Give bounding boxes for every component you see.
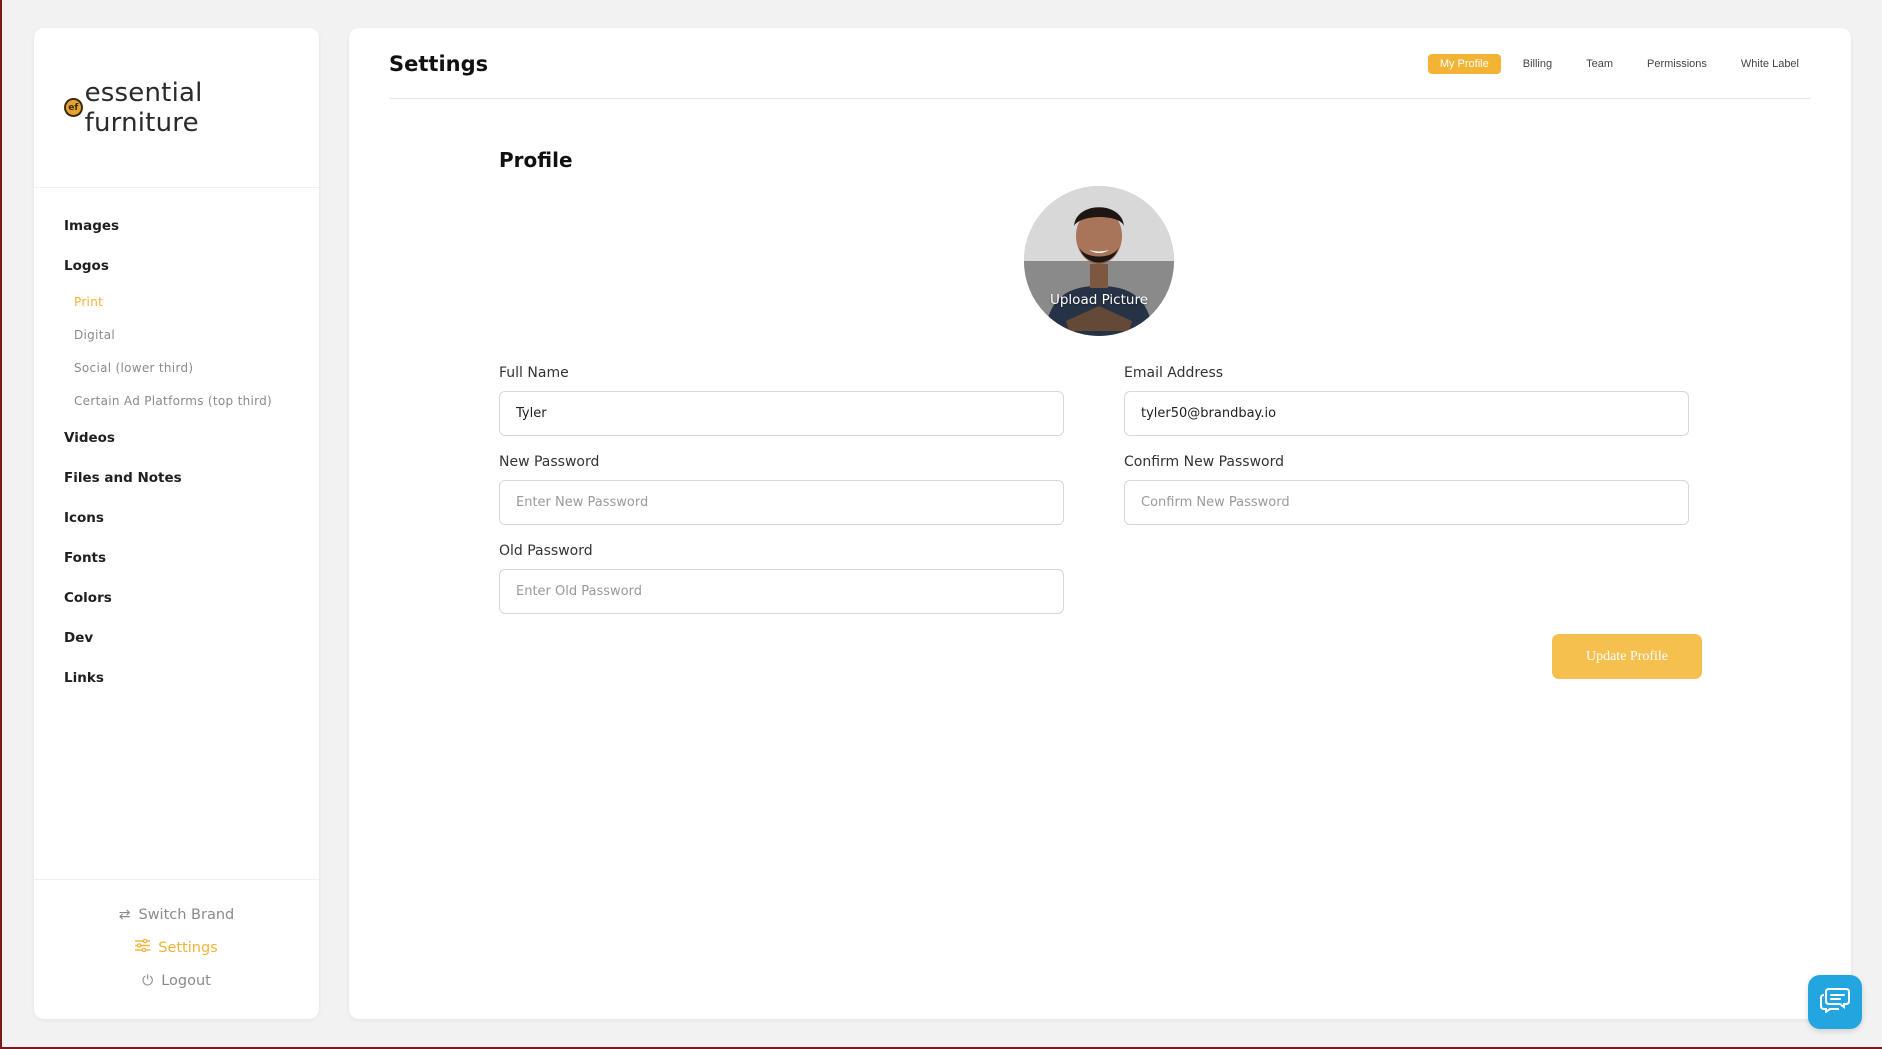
brand-logo[interactable]: ef essential furniture (34, 28, 319, 188)
full-name-field-group: Full Name (499, 365, 1064, 436)
switch-brand-button[interactable]: ⇄ Switch Brand (34, 898, 319, 931)
power-icon: ⏻ (142, 972, 154, 989)
confirm-password-input[interactable] (1124, 480, 1689, 525)
tab-team[interactable]: Team (1574, 54, 1625, 74)
email-field-group: Email Address (1124, 365, 1689, 436)
sidebar-item-fonts[interactable]: Fonts (34, 538, 319, 578)
full-name-input[interactable] (499, 391, 1064, 436)
sidebar-item-dev[interactable]: Dev (34, 618, 319, 658)
sliders-icon (135, 938, 151, 956)
old-password-label: Old Password (499, 543, 593, 559)
brand-logo-icon: ef (64, 98, 83, 117)
update-profile-button[interactable]: Update Profile (1552, 634, 1702, 679)
upload-picture-label: Upload Picture (1049, 292, 1149, 308)
email-label: Email Address (1124, 365, 1224, 381)
full-name-label: Full Name (499, 365, 569, 381)
chat-icon (1820, 987, 1850, 1018)
sidebar-item-links[interactable]: Links (34, 658, 319, 698)
tab-my-profile[interactable]: My Profile (1427, 54, 1501, 74)
page-title: Settings (389, 52, 489, 76)
settings-tabs: My Profile Billing Team Permissions Whit… (1418, 54, 1811, 74)
sidebar-item-colors[interactable]: Colors (34, 578, 319, 618)
confirm-password-field-group: Confirm New Password (1124, 454, 1689, 525)
old-password-field-group: Old Password (499, 543, 1064, 614)
sidebar-item-files-notes[interactable]: Files and Notes (34, 458, 319, 498)
chat-widget-button[interactable] (1808, 975, 1862, 1029)
confirm-password-label: Confirm New Password (1124, 454, 1285, 470)
new-password-input[interactable] (499, 480, 1064, 525)
avatar-image (1024, 186, 1174, 336)
switch-brand-label: Switch Brand (138, 906, 235, 923)
sidebar-subitem-digital[interactable]: Digital (34, 319, 319, 352)
profile-section-title: Profile (499, 148, 573, 172)
sidebar-subitem-ad-platforms[interactable]: Certain Ad Platforms (top third) (34, 385, 319, 418)
old-password-input[interactable] (499, 569, 1064, 614)
sidebar-item-icons[interactable]: Icons (34, 498, 319, 538)
sidebar-item-videos[interactable]: Videos (34, 418, 319, 458)
sidebar-nav: Images Logos Print Digital Social (lower… (34, 188, 319, 698)
brand-name: essential furniture (84, 77, 203, 138)
new-password-field-group: New Password (499, 454, 1064, 525)
settings-panel: Settings My Profile Billing Team Permiss… (349, 28, 1851, 1019)
sidebar-subitem-print[interactable]: Print (34, 286, 319, 319)
settings-header: Settings My Profile Billing Team Permiss… (389, 28, 1811, 99)
avatar-upload[interactable]: Upload Picture (1024, 186, 1174, 336)
tab-permissions[interactable]: Permissions (1635, 54, 1719, 74)
sidebar-subitem-social[interactable]: Social (lower third) (34, 352, 319, 385)
logout-button[interactable]: ⏻ Logout (34, 964, 319, 997)
sidebar: ef essential furniture Images Logos Prin… (34, 28, 319, 1019)
sidebar-item-logos[interactable]: Logos (34, 246, 319, 286)
settings-label: Settings (158, 939, 218, 956)
sidebar-footer: ⇄ Switch Brand Settings ⏻ Logout (34, 879, 319, 1019)
email-input[interactable] (1124, 391, 1689, 436)
tab-billing[interactable]: Billing (1511, 54, 1564, 74)
tab-white-label[interactable]: White Label (1729, 54, 1811, 74)
new-password-label: New Password (499, 454, 600, 470)
logout-label: Logout (161, 972, 211, 989)
sidebar-item-images[interactable]: Images (34, 206, 319, 246)
switch-icon: ⇄ (118, 906, 131, 923)
settings-button[interactable]: Settings (34, 931, 319, 964)
